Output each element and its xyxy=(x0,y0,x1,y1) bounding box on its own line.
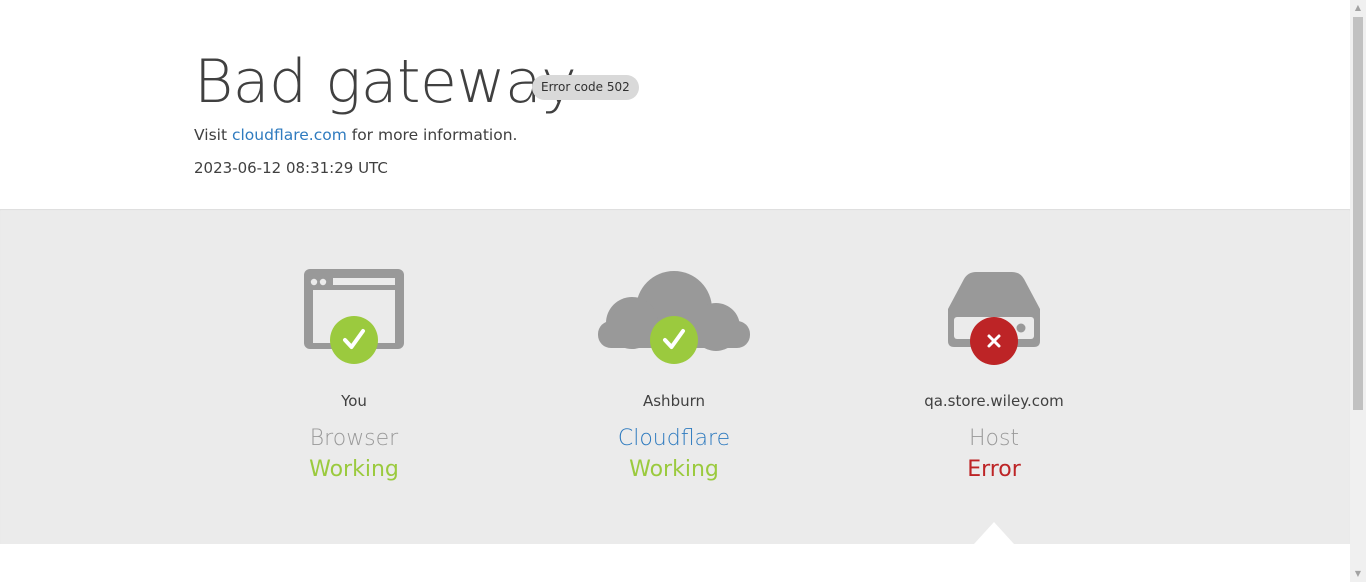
visit-prefix: Visit xyxy=(194,126,232,144)
scroll-up-icon[interactable]: ▲ xyxy=(1350,0,1366,16)
visit-suffix: for more information. xyxy=(346,126,518,144)
check-icon xyxy=(650,316,698,364)
scroll-down-icon[interactable]: ▼ xyxy=(1350,566,1366,582)
node-label: Host xyxy=(968,426,1020,451)
scrollbar-thumb[interactable] xyxy=(1353,17,1363,410)
header: Bad gateway Error code 502 Visit cloudfl… xyxy=(0,0,1350,209)
status-text: Working xyxy=(629,457,719,482)
server-icon xyxy=(834,267,1154,367)
status-browser: You Browser Working xyxy=(194,209,514,544)
status-cloudflare: Ashburn Cloudflare Working xyxy=(514,209,834,544)
cloud-icon xyxy=(514,267,834,367)
status-text: Error xyxy=(967,457,1021,482)
vertical-scrollbar[interactable]: ▲ ▼ xyxy=(1350,0,1366,582)
error-page: Bad gateway Error code 502 Visit cloudfl… xyxy=(0,0,1350,582)
timestamp: 2023-06-12 08:31:29 UTC xyxy=(194,159,388,177)
x-icon xyxy=(970,317,1018,365)
check-icon xyxy=(330,316,378,364)
node-label: Browser xyxy=(309,426,399,451)
status-text: Working xyxy=(309,457,399,482)
page-title: Bad gateway xyxy=(194,47,577,117)
content-area xyxy=(0,544,1350,582)
error-code-badge: Error code 502 xyxy=(532,75,639,100)
location-label: qa.store.wiley.com xyxy=(924,392,1064,410)
cloudflare-link[interactable]: cloudflare.com xyxy=(232,126,347,144)
location-label: You xyxy=(341,392,367,410)
location-label: Ashburn xyxy=(642,392,706,410)
status-band: You Browser Working Ashburn Cloudflare W… xyxy=(0,209,1350,544)
visit-text: Visit cloudflare.com for more informatio… xyxy=(194,124,517,146)
cloudflare-node-link[interactable]: Cloudflare xyxy=(514,423,834,455)
status-host: qa.store.wiley.com Host Error xyxy=(834,209,1154,544)
active-pointer-icon xyxy=(974,522,1014,544)
browser-icon xyxy=(194,267,514,367)
